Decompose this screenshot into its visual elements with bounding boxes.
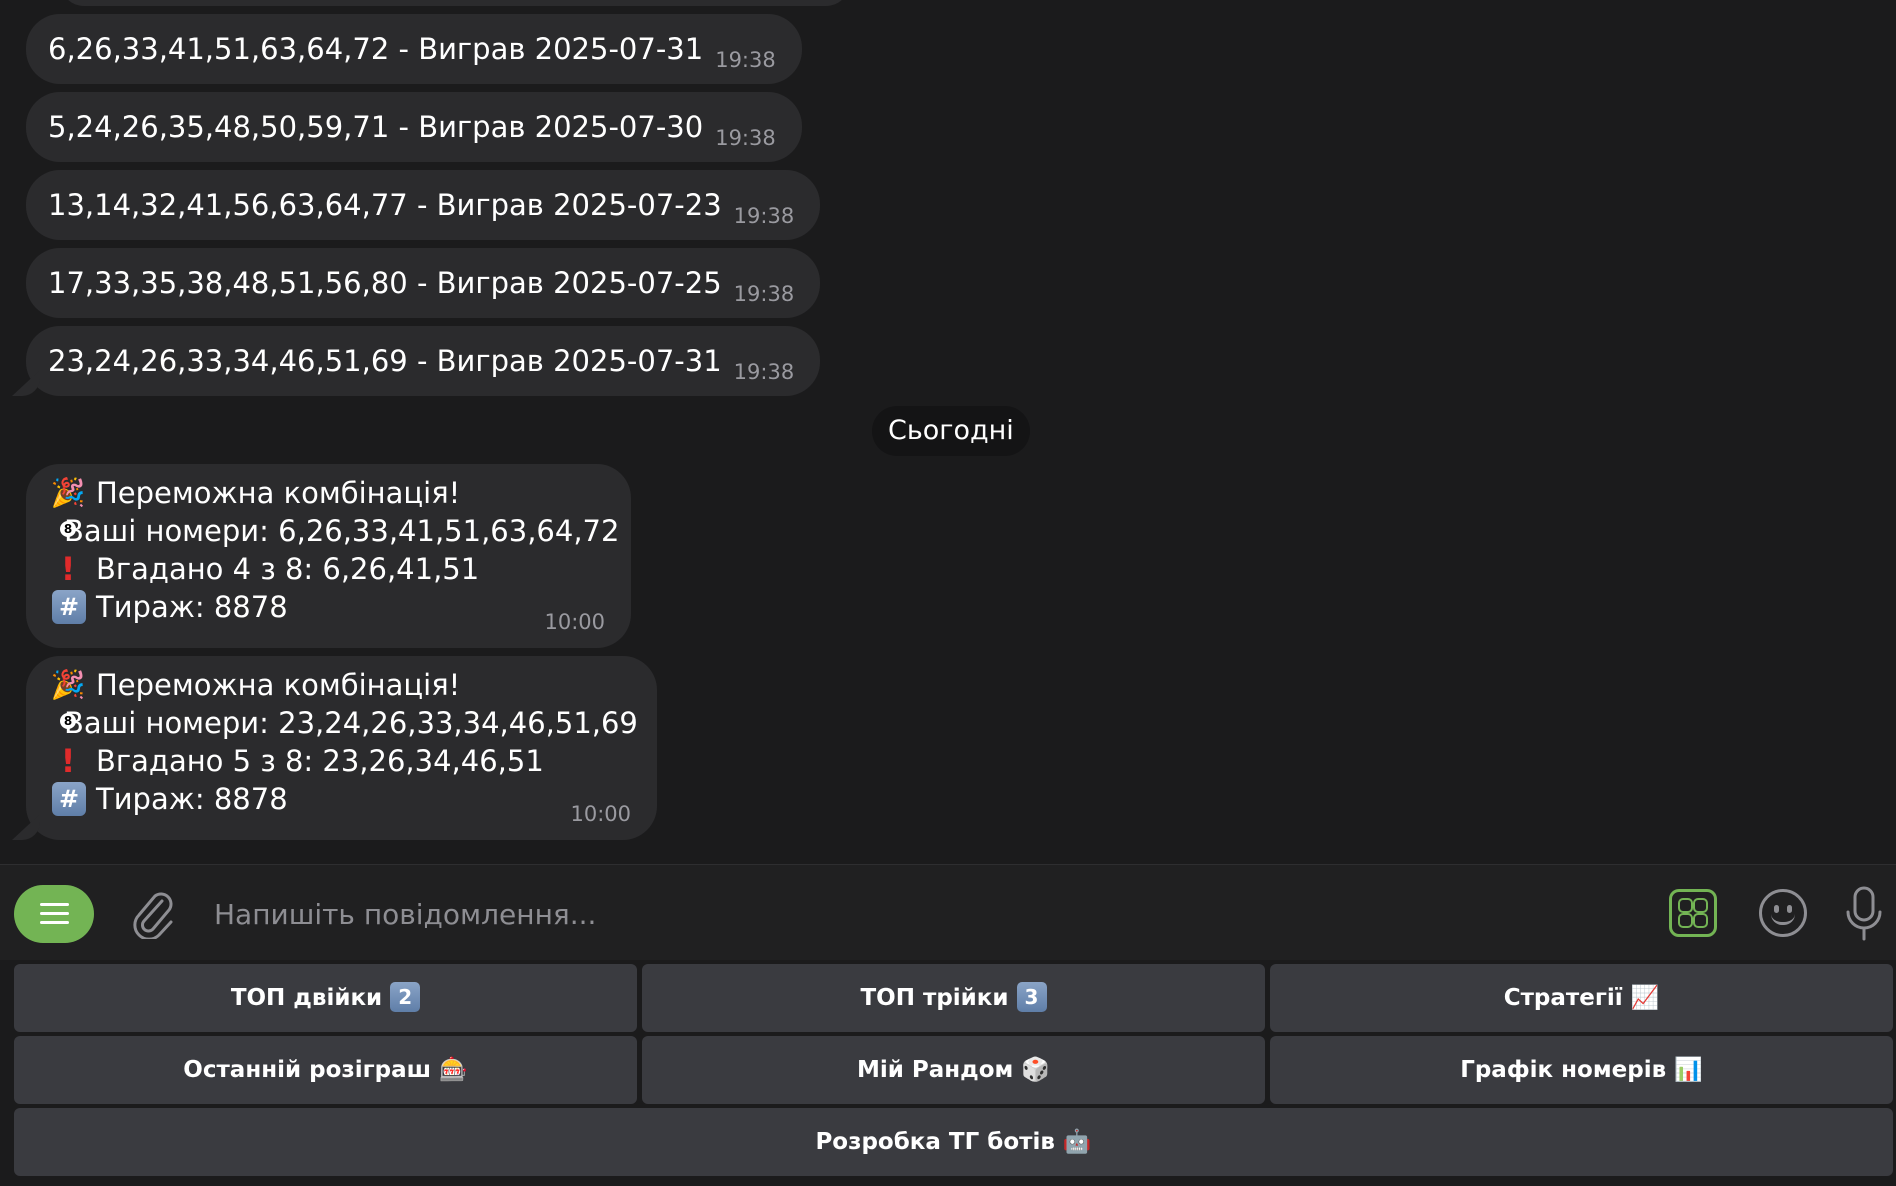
keycap-three-icon: 3 <box>1016 981 1047 1012</box>
hash-keycap-icon: # <box>52 782 86 816</box>
my-random-button[interactable]: Мій Рандом 🎲 <box>642 1036 1265 1104</box>
date-separator: Сьогодні <box>872 406 1030 456</box>
numbers-chart-button[interactable]: Графік номерів 📊 <box>1270 1036 1893 1104</box>
top-triples-button[interactable]: ТОП трійки 3 <box>642 964 1265 1032</box>
button-label: Мій Рандом <box>857 1057 1014 1083</box>
menu-button[interactable] <box>14 885 94 943</box>
win-title: Переможна комбінація! <box>96 668 461 702</box>
message-time: 10:00 <box>544 610 605 634</box>
win-draw: Тираж: 8878 <box>96 782 288 816</box>
last-draw-button[interactable]: Останній розіграш 🎰 <box>14 1036 637 1104</box>
exclamation-icon: ! <box>60 550 76 588</box>
message-text: 6,26,33,41,51,63,64,72 - Виграв 2025-07-… <box>48 32 704 66</box>
party-popper-icon: 🎉 <box>50 668 86 701</box>
win-numbers: Ваші номери: 23,24,26,33,34,46,51,69 <box>64 706 638 740</box>
win-numbers: Ваші номери: 6,26,33,41,51,63,64,72 <box>64 514 620 548</box>
message-bubble[interactable]: 6,26,33,41,51,63,64,72 - Виграв 2025-07-… <box>26 14 802 84</box>
microphone-icon[interactable] <box>1842 885 1886 943</box>
message-text: 5,24,26,35,48,50,59,71 - Виграв 2025-07-… <box>48 110 704 144</box>
button-label: Стратегії <box>1503 985 1623 1011</box>
chart-up-icon: 📈 <box>1630 985 1660 1011</box>
attach-icon[interactable] <box>130 887 176 939</box>
message-text: 13,14,32,41,56,63,64,77 - Виграв 2025-07… <box>48 188 722 222</box>
bot-reply-keyboard: ТОП двійки 2 ТОП трійки 3 Стратегії 📈 Остан… <box>0 960 1896 1186</box>
message-time: 19:38 <box>715 48 776 72</box>
exclamation-icon: ! <box>60 742 76 780</box>
message-text: 23,24,26,33,34,46,51,69 - Виграв 2025-07… <box>48 344 722 378</box>
win-message-bubble[interactable]: 🎉 Переможна комбінація! Ваші номери: 6,26… <box>26 464 631 648</box>
top-pairs-button[interactable]: ТОП двійки 2 <box>14 964 637 1032</box>
message-time: 19:38 <box>733 282 795 306</box>
message-time: 19:38 <box>715 126 776 150</box>
button-label: Графік номерів <box>1460 1057 1667 1083</box>
message-composer <box>0 864 1896 960</box>
strategies-button[interactable]: Стратегії 📈 <box>1270 964 1893 1032</box>
message-bubble[interactable]: 17,33,35,38,48,51,56,80 - Виграв 2025-07… <box>26 248 821 318</box>
message-bubble[interactable]: 5,24,26,35,48,50,59,71 - Виграв 2025-07-… <box>26 92 802 162</box>
message-bubble[interactable]: 13,14,32,41,56,63,64,77 - Виграв 2025-07… <box>26 170 821 240</box>
emoji-icon[interactable] <box>1759 889 1807 937</box>
chat-history[interactable]: 6,26,33,41,51,63,64,72 - Виграв 2025-07-… <box>0 0 1896 864</box>
robot-icon: 🤖 <box>1062 1129 1092 1155</box>
previous-message-edge <box>60 0 850 6</box>
message-text: 17,33,35,38,48,51,56,80 - Виграв 2025-07… <box>48 266 722 300</box>
win-guessed: Вгадано 5 з 8: 23,26,34,46,51 <box>96 744 544 778</box>
win-guessed: Вгадано 4 з 8: 6,26,41,51 <box>96 552 480 586</box>
message-bubble[interactable]: 23,24,26,33,34,46,51,69 - Виграв 2025-07… <box>26 326 821 396</box>
message-time: 19:38 <box>733 204 795 228</box>
message-time: 10:00 <box>570 802 631 826</box>
button-label: Розробка ТГ ботів <box>815 1129 1055 1155</box>
slot-machine-icon: 🎰 <box>439 1057 468 1083</box>
dice-icon: 🎲 <box>1021 1057 1050 1083</box>
bar-chart-icon: 📊 <box>1674 1057 1703 1083</box>
button-label: ТОП трійки <box>860 985 1009 1011</box>
tg-bot-development-button[interactable]: Розробка ТГ ботів 🤖 <box>14 1108 1893 1176</box>
button-label: Останній розіграш <box>183 1057 432 1083</box>
win-draw: Тираж: 8878 <box>96 590 288 624</box>
message-input[interactable] <box>212 885 1636 943</box>
win-message-bubble[interactable]: 🎉 Переможна комбінація! Ваші номери: 23,2… <box>26 656 657 840</box>
button-label: ТОП двійки <box>230 985 383 1011</box>
party-popper-icon: 🎉 <box>50 476 86 509</box>
message-time: 19:38 <box>733 360 795 384</box>
keycap-two-icon: 2 <box>390 981 421 1012</box>
bot-keyboard-icon[interactable] <box>1669 889 1717 937</box>
win-title: Переможна комбінація! <box>96 476 461 510</box>
hash-keycap-icon: # <box>52 590 86 624</box>
